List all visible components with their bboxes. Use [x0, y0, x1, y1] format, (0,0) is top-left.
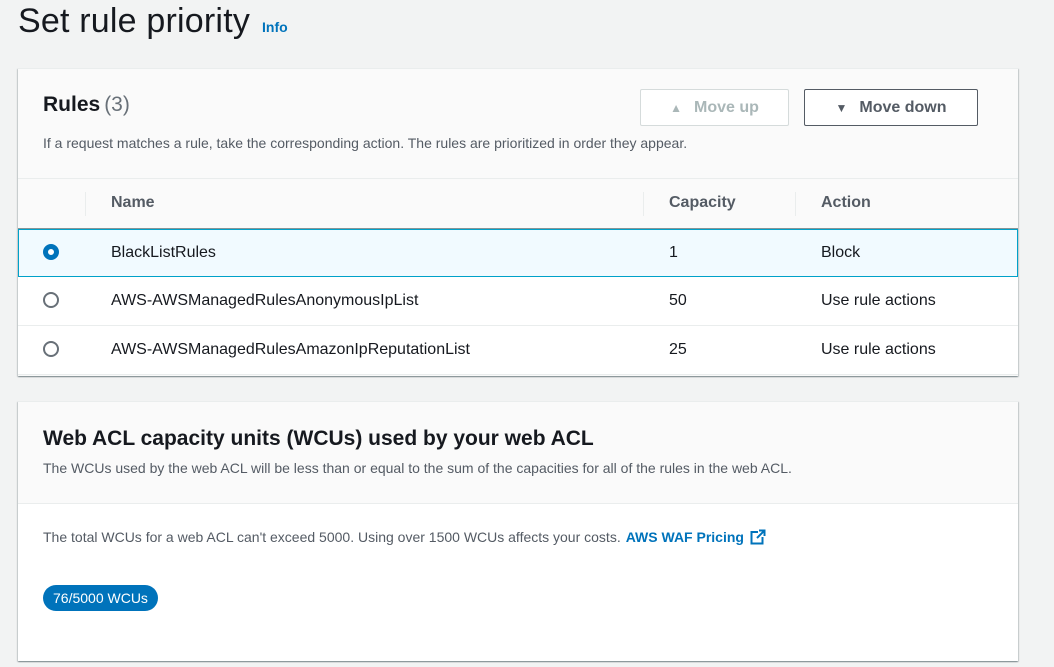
external-link-icon	[750, 529, 766, 545]
info-link[interactable]: Info	[262, 19, 288, 35]
pricing-link[interactable]: AWS WAF Pricing	[626, 529, 766, 545]
wcu-description: The WCUs used by the web ACL will be les…	[43, 460, 792, 476]
rules-title-label: Rules	[43, 93, 101, 116]
row-radio[interactable]	[43, 341, 59, 357]
rules-count: (3)	[104, 93, 130, 116]
move-up-label: Move up	[694, 98, 759, 116]
rule-action: Use rule actions	[821, 341, 936, 358]
move-down-label: Move down	[859, 98, 947, 116]
move-down-button[interactable]: ▼ Move down	[804, 89, 978, 126]
rules-header: Rules (3) If a request matches a rule, ta…	[18, 69, 1018, 178]
rules-table: Name Capacity Action BlackListRules 1 Bl…	[18, 178, 1018, 375]
rule-action: Use rule actions	[821, 292, 936, 309]
caret-down-icon: ▼	[835, 100, 848, 115]
rules-panel: Rules (3) If a request matches a rule, ta…	[18, 68, 1018, 376]
page-header: Set rule priority Info	[18, 2, 288, 41]
column-header-name[interactable]: Name	[85, 179, 155, 228]
rule-name: AWS-AWSManagedRulesAmazonIpReputationLis…	[111, 341, 470, 358]
pricing-link-label: AWS WAF Pricing	[625, 529, 744, 545]
table-body: BlackListRules 1 Block AWS-AWSManagedRul…	[18, 229, 1018, 375]
move-up-button[interactable]: ▲ Move up	[640, 89, 789, 126]
rule-capacity: 1	[669, 244, 678, 261]
rules-description: If a request matches a rule, take the co…	[43, 135, 688, 151]
row-radio[interactable]	[43, 244, 59, 260]
wcu-limit-label: The total WCUs for a web ACL can't excee…	[43, 529, 621, 545]
column-header-action[interactable]: Action	[795, 179, 871, 228]
rules-title: Rules (3)	[43, 93, 130, 117]
table-header: Name Capacity Action	[18, 179, 1018, 229]
wcu-usage-badge: 76/5000 WCUs	[43, 585, 158, 611]
table-row[interactable]: BlackListRules 1 Block	[18, 229, 1018, 277]
rule-name: AWS-AWSManagedRulesAnonymousIpList	[111, 292, 419, 309]
table-row[interactable]: AWS-AWSManagedRulesAmazonIpReputationLis…	[18, 326, 1018, 375]
rule-capacity: 50	[669, 292, 687, 309]
wcu-header: Web ACL capacity units (WCUs) used by yo…	[18, 402, 1018, 504]
rule-action: Block	[821, 244, 861, 261]
wcu-limit-text: The total WCUs for a web ACL can't excee…	[43, 529, 766, 545]
rule-capacity: 25	[669, 341, 687, 358]
row-radio[interactable]	[43, 292, 59, 308]
wcu-panel: Web ACL capacity units (WCUs) used by yo…	[18, 401, 1018, 661]
page-title: Set rule priority	[18, 2, 251, 40]
rule-name: BlackListRules	[111, 244, 216, 261]
column-header-capacity[interactable]: Capacity	[643, 179, 736, 228]
table-row[interactable]: AWS-AWSManagedRulesAnonymousIpList 50 Us…	[18, 277, 1018, 326]
caret-up-icon: ▲	[670, 100, 682, 115]
wcu-title: Web ACL capacity units (WCUs) used by yo…	[43, 427, 594, 450]
